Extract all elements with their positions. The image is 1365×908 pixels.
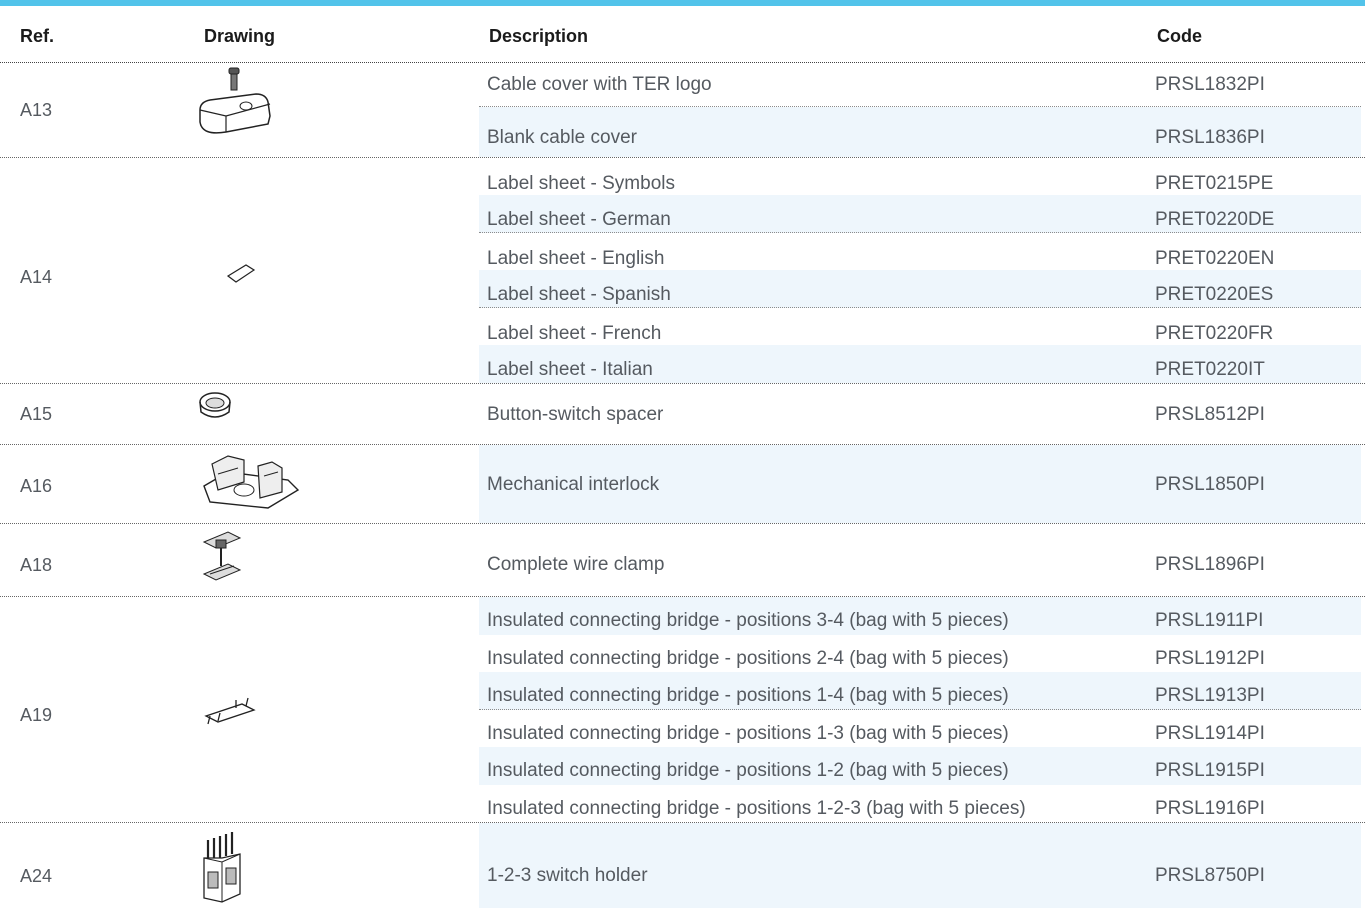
row-description: Insulated connecting bridge - positions … (487, 723, 1009, 744)
table-row: Insulated connecting bridge - positions … (479, 747, 1361, 785)
table-row: Insulated connecting bridge - positions … (479, 597, 1361, 635)
row-description: Blank cable cover (487, 127, 637, 148)
table-row: Button-switch spacer PRSL8512PI (479, 384, 1361, 444)
table-row: Insulated connecting bridge - positions … (479, 672, 1361, 710)
ref-a15: A15 (20, 404, 53, 424)
row-code: PRET0220DE (1155, 209, 1275, 230)
row-description: Mechanical interlock (487, 474, 660, 495)
ref-a18: A18 (20, 555, 53, 575)
header-code: Code (1157, 26, 1202, 46)
switch-holder-icon (198, 828, 246, 904)
row-code: PRET0215PE (1155, 173, 1274, 194)
table-row: Blank cable cover PRSL1836PI (479, 107, 1361, 157)
row-description: Cable cover with TER logo (487, 74, 712, 95)
row-code: PRET0220FR (1155, 323, 1274, 344)
row-code: PRET0220ES (1155, 284, 1274, 305)
row-description: Insulated connecting bridge - positions … (487, 798, 1026, 819)
table-row: Label sheet - German PRET0220DE (479, 195, 1361, 233)
table-row: Label sheet - Spanish PRET0220ES (479, 270, 1361, 308)
mechanical-interlock-icon (198, 446, 302, 518)
table-row: Complete wire clamp PRSL1896PI (479, 524, 1361, 596)
row-code: PRET0220IT (1155, 359, 1265, 380)
ref-a14: A14 (20, 267, 53, 287)
table-row: Insulated connecting bridge - positions … (479, 635, 1361, 672)
label-sheet-icon (226, 262, 256, 284)
row-code: PRET0220EN (1155, 248, 1275, 269)
connecting-bridge-icon (200, 694, 260, 728)
row-code: PRSL8750PI (1155, 865, 1265, 886)
table-header: Ref. Drawing Description Code (0, 6, 1365, 63)
table-row: Insulated connecting bridge - positions … (479, 785, 1361, 822)
row-code: PRSL1911PI (1155, 610, 1264, 631)
table-row: Cable cover with TER logo PRSL1832PI (479, 62, 1361, 107)
table-row: Insulated connecting bridge - positions … (479, 710, 1361, 747)
row-code: PRSL1914PI (1155, 723, 1265, 744)
ref-a19: A19 (20, 705, 53, 725)
row-code: PRSL8512PI (1155, 404, 1265, 425)
row-description: Label sheet - English (487, 248, 665, 269)
table-row: Mechanical interlock PRSL1850PI (479, 445, 1361, 523)
row-description: 1-2-3 switch holder (487, 865, 648, 886)
row-code: PRSL1913PI (1155, 685, 1265, 706)
ref-a13: A13 (20, 100, 53, 120)
row-description: Label sheet - Spanish (487, 284, 671, 305)
row-code: PRSL1832PI (1155, 74, 1265, 95)
ref-a16: A16 (20, 476, 53, 496)
row-description: Label sheet - Italian (487, 359, 653, 380)
table-row: 1-2-3 switch holder PRSL8750PI (479, 823, 1361, 908)
table-row: Label sheet - Italian PRET0220IT (479, 345, 1361, 383)
row-description: Insulated connecting bridge - positions … (487, 760, 1009, 781)
table-row: Label sheet - English PRET0220EN (479, 233, 1361, 270)
wire-clamp-icon (198, 528, 244, 590)
header-drawing: Drawing (204, 26, 276, 46)
row-description: Insulated connecting bridge - positions … (487, 648, 1009, 669)
row-code: PRSL1912PI (1155, 648, 1265, 669)
row-code: PRSL1896PI (1155, 554, 1265, 575)
row-description: Label sheet - French (487, 323, 662, 344)
row-code: PRSL1916PI (1155, 798, 1265, 819)
row-code: PRSL1836PI (1155, 127, 1265, 148)
row-description: Complete wire clamp (487, 554, 665, 575)
header-ref: Ref. (20, 26, 55, 46)
row-description: Label sheet - Symbols (487, 173, 675, 194)
row-description: Insulated connecting bridge - positions … (487, 610, 1009, 631)
spacer-ring-icon (198, 390, 232, 424)
table-row: Label sheet - Symbols PRET0215PE (479, 158, 1361, 195)
row-code: PRSL1915PI (1155, 760, 1265, 781)
row-description: Label sheet - German (487, 209, 671, 230)
header-description: Description (489, 26, 589, 46)
cable-cover-icon (196, 66, 276, 150)
row-description: Insulated connecting bridge - positions … (487, 685, 1009, 706)
row-code: PRSL1850PI (1155, 474, 1265, 495)
ref-a24: A24 (20, 866, 53, 886)
table-row: Label sheet - French PRET0220FR (479, 308, 1361, 345)
row-description: Button-switch spacer (487, 404, 664, 425)
